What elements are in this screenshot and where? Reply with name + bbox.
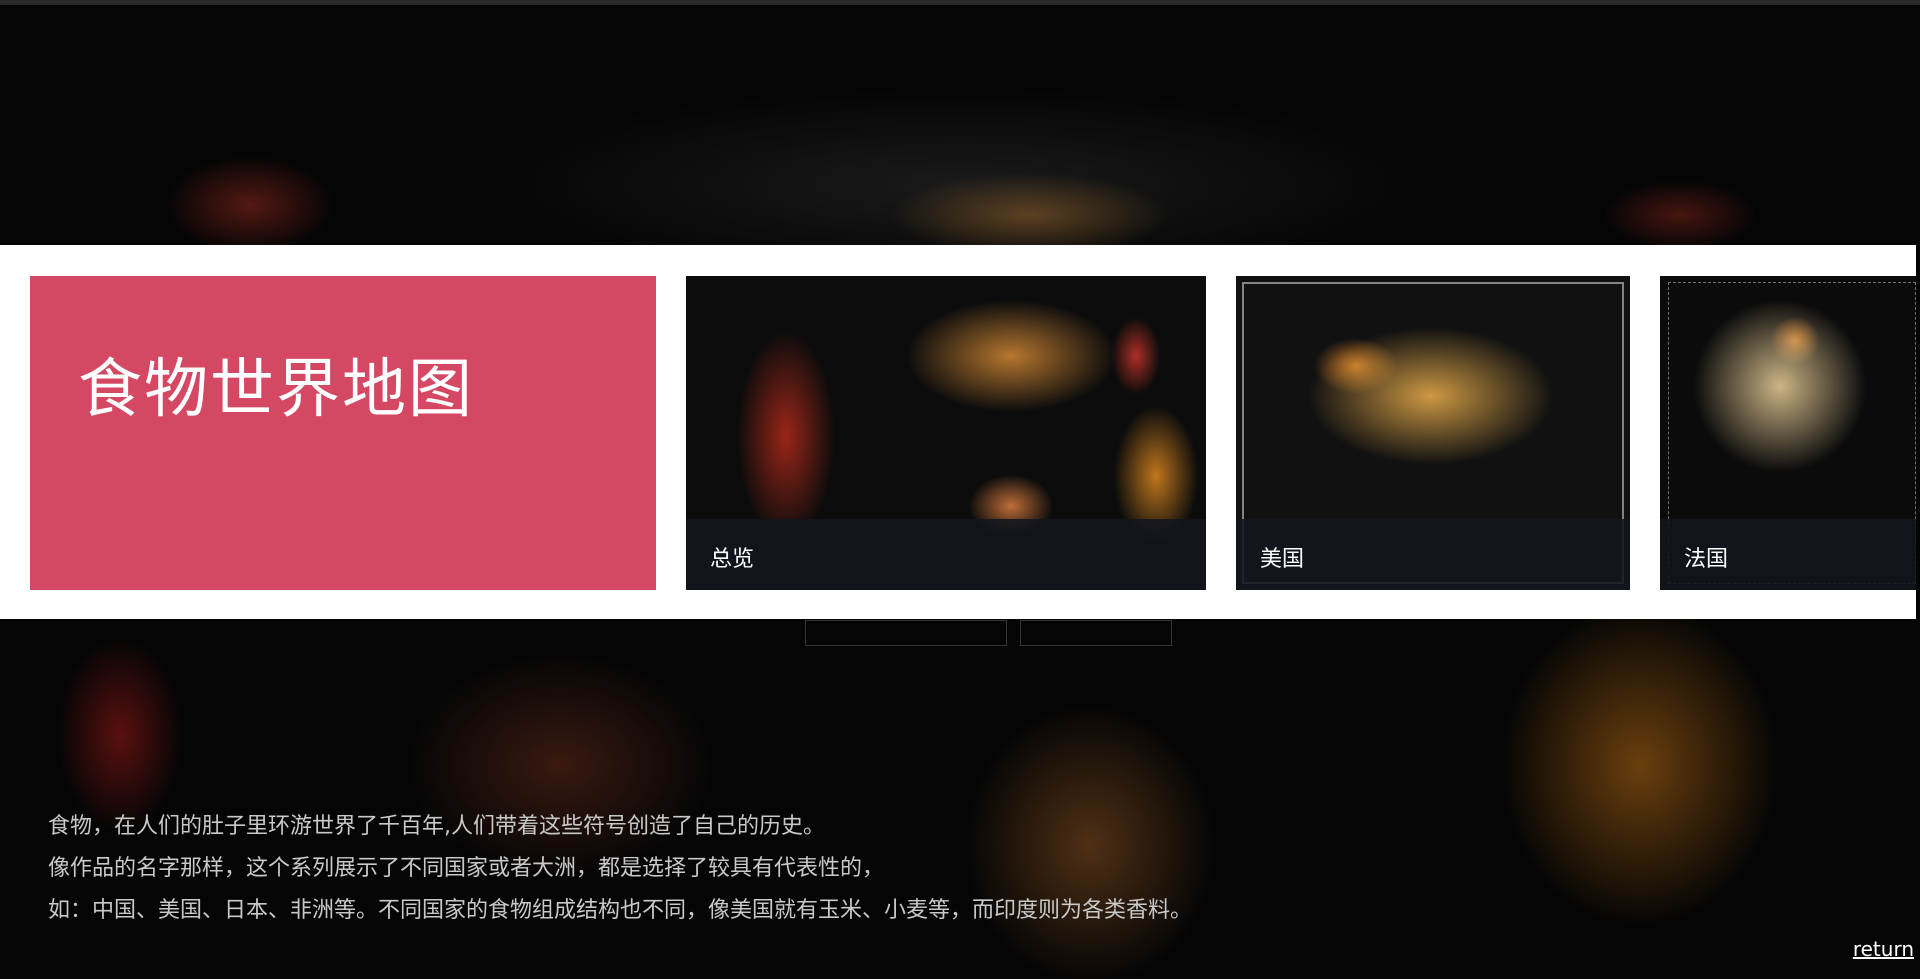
page-title: 食物世界地图 — [78, 353, 474, 427]
gallery-item-label: 美国 — [1260, 547, 1305, 572]
background-frame-line — [805, 620, 1007, 646]
gallery-caption: 法国 — [1660, 519, 1916, 590]
gallery-item-france[interactable]: 法国 — [1660, 276, 1916, 590]
gallery-item-overview[interactable]: 总览 — [686, 276, 1206, 590]
gallery-item-label: 总览 — [710, 547, 755, 572]
description-text: 食物，在人们的肚子里环游世界了千百年,人们带着这些符号创造了自己的历史。 像作品… — [48, 806, 1448, 932]
gallery-caption: 总览 — [686, 519, 1206, 590]
gallery-caption: 美国 — [1236, 519, 1630, 590]
description-line: 像作品的名字那样，这个系列展示了不同国家或者大洲，都是选择了较具有代表性的， — [48, 856, 885, 881]
description-line: 如：中国、美国、日本、非洲等。不同国家的食物组成结构也不同，像美国就有玉米、小麦… — [48, 898, 1193, 923]
background-frame-line — [1020, 620, 1172, 646]
description-line: 食物，在人们的肚子里环游世界了千百年,人们带着这些符号创造了自己的历史。 — [48, 814, 825, 839]
title-tile: 食物世界地图 — [30, 276, 656, 590]
gallery-item-usa[interactable]: 美国 — [1236, 276, 1630, 590]
gallery-item-label: 法国 — [1684, 547, 1729, 572]
page: 食物世界地图 总览 美国 法国 食物，在人们的肚子里环游世界了千百年,人们带着这… — [0, 0, 1920, 979]
return-link[interactable]: return — [1853, 937, 1914, 961]
